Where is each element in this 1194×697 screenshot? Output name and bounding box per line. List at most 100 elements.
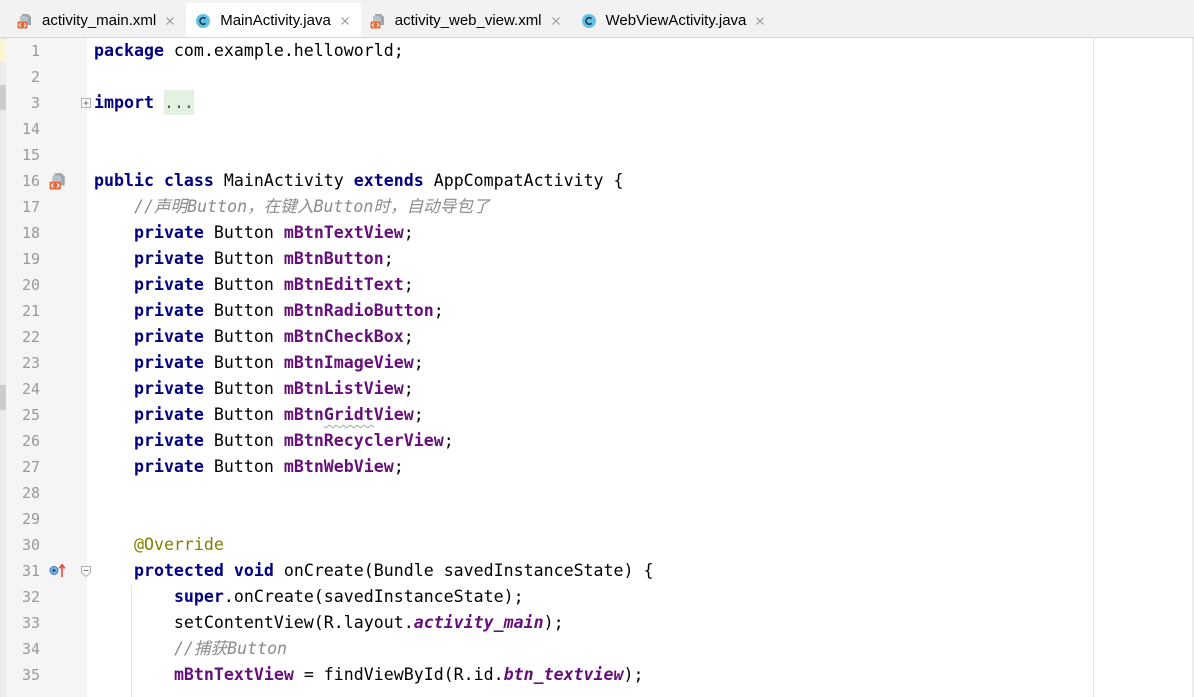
code-text: Button [203, 431, 284, 450]
line-number: 2 [30, 68, 40, 86]
code-line[interactable]: private Button mBtnWebView; [94, 454, 404, 480]
code-line-row: 16 public class MainActivity extends AppC… [0, 168, 1093, 194]
code-line[interactable]: private Button mBtnEditText; [94, 272, 414, 298]
code-line-row: 2 [0, 64, 1093, 90]
code-line[interactable]: package com.example.helloworld; [94, 38, 404, 64]
tab-main-activity-java[interactable]: MainActivity.java [186, 3, 361, 37]
tab-activity-web-view-xml[interactable]: activity_web_view.xml [361, 3, 572, 37]
close-icon [755, 16, 765, 26]
xml-file-icon [370, 13, 386, 29]
code-text: Button [203, 249, 284, 268]
layout-file-link-icon[interactable] [49, 172, 67, 190]
line-number: 35 [21, 666, 40, 684]
code-text: ; [403, 327, 414, 346]
code-line[interactable]: super.onCreate(savedInstanceState); [94, 584, 524, 610]
code-line-row: 3 import ... [0, 90, 1093, 116]
tab-web-view-activity-java[interactable]: WebViewActivity.java [572, 3, 777, 37]
field-name: mBtnCheckBox [283, 327, 404, 346]
code-line[interactable]: private Button mBtnImageView; [94, 350, 424, 376]
line-number: 27 [21, 458, 40, 476]
code-line[interactable]: //声明Button，在键入Button时，自动导包了 [94, 194, 490, 220]
keyword: private [133, 353, 204, 372]
line-number: 19 [21, 250, 40, 268]
line-number: 26 [21, 432, 40, 450]
code-line[interactable]: mBtnTextView = findViewById(R.id.btn_tex… [94, 662, 644, 688]
code-line[interactable]: private Button mBtnTextView; [94, 220, 414, 246]
code-line-row: 17 //声明Button，在键入Button时，自动导包了 [0, 194, 1093, 220]
override-method-icon[interactable] [49, 562, 67, 580]
code-text: ); [623, 665, 644, 684]
code-line[interactable]: setContentView(R.layout.activity_main); [94, 610, 564, 636]
code-line[interactable]: @Override [94, 532, 224, 558]
code-line-row: 19 private Button mBtnButton; [0, 246, 1093, 272]
keyword: package [94, 41, 164, 60]
fold-expand-icon[interactable] [81, 98, 91, 109]
field-name: mBtnRadioButton [283, 301, 434, 320]
code-line[interactable]: private Button mBtnListView; [94, 376, 414, 402]
code-line[interactable]: private Button mBtnRecyclerView; [94, 428, 454, 454]
line-number: 30 [21, 536, 40, 554]
close-tab-button[interactable] [550, 15, 562, 27]
folded-imports-placeholder[interactable]: ... [163, 90, 194, 115]
line-number: 28 [21, 484, 40, 502]
line-number: 18 [21, 224, 40, 242]
keyword: private [133, 327, 204, 346]
tab-activity-main-xml[interactable]: activity_main.xml [8, 3, 186, 37]
code-line[interactable]: private Button mBtnCheckBox; [94, 324, 414, 350]
close-tab-button[interactable] [339, 15, 351, 27]
line-number: 31 [21, 562, 40, 580]
code-line-row: 33 setContentView(R.layout.activity_main… [0, 610, 1093, 636]
code-text: ; [413, 353, 424, 372]
line-number: 21 [21, 302, 40, 320]
keyword: private [133, 249, 204, 268]
field-name: mBtnTextView [173, 665, 294, 684]
code-text: Button [203, 353, 284, 372]
close-icon [551, 16, 561, 26]
code-line-row: 15 [0, 142, 1093, 168]
code-line[interactable]: import ... [94, 90, 194, 116]
code-line-row: 35 mBtnTextView = findViewById(R.id.btn_… [0, 662, 1093, 688]
line-number: 16 [21, 172, 40, 190]
code-text: Button [203, 405, 284, 424]
tab-label: activity_main.xml [42, 11, 157, 29]
keyword: private [133, 223, 204, 242]
code-line[interactable]: public class MainActivity extends AppCom… [94, 168, 624, 194]
close-tab-button[interactable] [164, 15, 176, 27]
code-editor[interactable]: 1 package com.example.helloworld; 2 3 import… [0, 38, 1194, 697]
field-name: mBtn [283, 405, 324, 424]
code-text: Button [203, 327, 284, 346]
code-line[interactable]: //捕获Button [94, 636, 287, 662]
right-margin-guide [1093, 38, 1094, 697]
code-line[interactable]: private Button mBtnRadioButton; [94, 298, 444, 324]
line-number: 14 [21, 120, 40, 138]
field-name: View [373, 405, 414, 424]
fold-collapse-icon[interactable] [81, 566, 91, 577]
code-line[interactable]: private Button mBtnButton; [94, 246, 394, 272]
keyword: protected [133, 561, 224, 580]
field-name: mBtnListView [283, 379, 404, 398]
keyword: super [173, 587, 224, 606]
code-comment: //声明Button，在键入Button时，自动导包了 [133, 197, 490, 216]
code-line[interactable]: private Button mBtnGridtView; [94, 402, 424, 428]
keyword: private [133, 379, 204, 398]
keyword: private [133, 405, 204, 424]
code-text: ; [383, 249, 394, 268]
line-number: 29 [21, 510, 40, 528]
close-tab-button[interactable] [754, 15, 766, 27]
line-number: 1 [30, 42, 40, 60]
code-line-row: 18 private Button mBtnTextView; [0, 220, 1093, 246]
keyword: private [133, 275, 204, 294]
line-number: 23 [21, 354, 40, 372]
line-number: 20 [21, 276, 40, 294]
close-icon [165, 16, 175, 26]
code-text: Button [203, 223, 284, 242]
code-line[interactable]: protected void onCreate(Bundle savedInst… [94, 558, 654, 584]
